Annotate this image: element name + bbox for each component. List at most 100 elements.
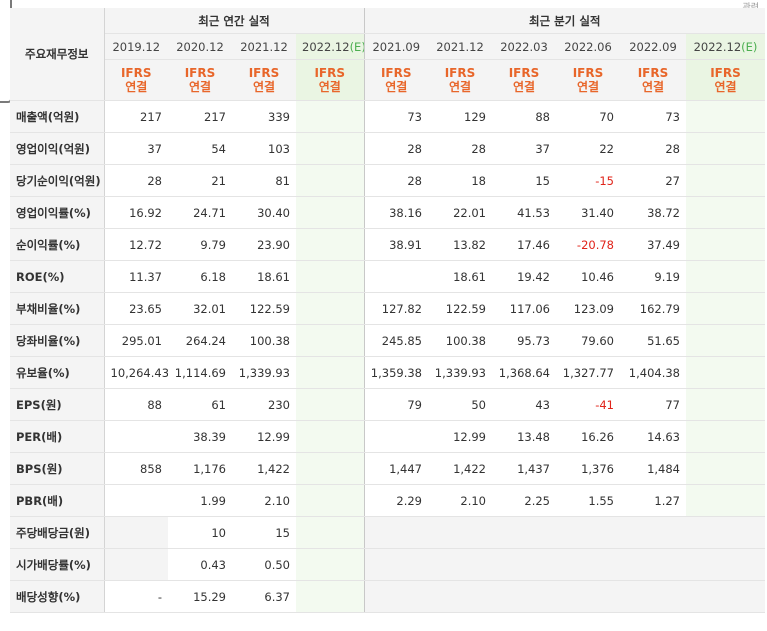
value-cell: -: [104, 580, 168, 613]
value-cell: 19.42: [492, 260, 556, 293]
consolidated-label: 연결: [252, 80, 276, 94]
value-cell: 54: [168, 132, 232, 165]
value-cell: [363, 516, 428, 549]
ifrs-header: IFRS 연결: [492, 59, 556, 101]
value-cell: 12.72: [104, 228, 168, 261]
value-cell: 264.24: [168, 324, 232, 357]
value-cell: 9.19: [620, 260, 686, 293]
value-cell: 1,422: [428, 452, 492, 485]
value-cell: 100.38: [232, 324, 296, 357]
value-cell: 23.90: [232, 228, 296, 261]
row-label: 주당배당금(원): [10, 516, 105, 549]
estimate-tag: (E): [741, 39, 758, 54]
table-row: 유보율(%) 10,264.43 1,114.69 1,339.93 1,359.38 1…: [10, 356, 765, 389]
value-cell: 217: [104, 100, 168, 133]
row-label: ROE(%): [10, 260, 105, 293]
table-row: 배당성향(%) -15.29 6.37: [10, 580, 765, 613]
value-cell: [428, 516, 492, 549]
value-cell: 0.43: [168, 548, 232, 581]
period-header: 2022.03: [492, 33, 556, 60]
value-cell: [686, 548, 765, 581]
value-cell: [686, 388, 765, 421]
value-cell: [296, 548, 364, 581]
value-cell: 9.79: [168, 228, 232, 261]
value-cell: 16.26: [556, 420, 620, 453]
value-cell: 37.49: [620, 228, 686, 261]
value-cell: 245.85: [363, 324, 428, 357]
period-header: 2022.12(E): [296, 33, 364, 60]
value-cell: 6.18: [168, 260, 232, 293]
ifrs-label: IFRS: [380, 66, 412, 80]
period-label: 2022.03: [500, 39, 548, 54]
financial-summary-table: 주요재무정보 최근 연간 실적 최근 분기 실적 2019.12 2020.12 2…: [10, 8, 765, 613]
value-cell: 117.06: [492, 292, 556, 325]
annual-group-header: 최근 연간 실적: [104, 8, 364, 34]
ifrs-label: IFRS: [248, 66, 280, 80]
period-label: 2021.12: [240, 39, 288, 54]
value-cell: 339: [232, 100, 296, 133]
period-label: 2022.12: [693, 39, 742, 54]
ifrs-label: IFRS: [184, 66, 216, 80]
value-cell: [428, 548, 492, 581]
value-cell: [104, 548, 168, 581]
ifrs-header: IFRS 연결: [104, 59, 168, 101]
value-cell: 79: [363, 388, 428, 421]
value-cell: [686, 580, 765, 613]
value-cell: 95.73: [492, 324, 556, 357]
value-cell: 79.60: [556, 324, 620, 357]
value-cell: 230: [232, 388, 296, 421]
consolidated-label: 연결: [125, 80, 148, 94]
value-cell: 51.65: [620, 324, 686, 357]
value-cell: 24.71: [168, 196, 232, 229]
value-cell: 1,114.69: [168, 356, 232, 389]
value-cell: [296, 164, 364, 197]
table-row: 매출액(억원) 217 217 339 73 129 88 70 73: [10, 100, 765, 133]
table-row: PER(배) 38.39 12.99 12.99 13.48 16.26 14.63: [10, 420, 765, 453]
consolidated-label: 연결: [318, 80, 341, 94]
value-cell: 1,359.38: [363, 356, 428, 389]
period-label: 2020.12: [176, 39, 224, 54]
value-cell: 10.46: [556, 260, 620, 293]
value-cell: -20.78: [556, 228, 620, 261]
value-cell: 123.09: [556, 292, 620, 325]
value-cell: 18.61: [232, 260, 296, 293]
value-cell: 17.46: [492, 228, 556, 261]
row-label: 매출액(억원): [10, 100, 105, 133]
ifrs-header: IFRS 연결: [556, 59, 620, 101]
ifrs-header: IFRS 연결: [428, 59, 492, 101]
period-header: 2022.12(E): [686, 33, 765, 60]
value-cell: 81: [232, 164, 296, 197]
value-cell: [620, 548, 686, 581]
value-cell: 15.29: [168, 580, 232, 613]
row-label: 당좌비율(%): [10, 324, 105, 357]
value-cell: [556, 580, 620, 613]
value-cell: 22.01: [428, 196, 492, 229]
value-cell: 15: [232, 516, 296, 549]
value-cell: 129: [428, 100, 492, 133]
ifrs-label: IFRS: [637, 66, 669, 80]
value-cell: 1,422: [232, 452, 296, 485]
value-cell: 2.25: [492, 484, 556, 517]
table-row: PBR(배) 1.99 2.10 2.29 2.10 2.25 1.55 1.27: [10, 484, 765, 517]
value-cell: 2.29: [363, 484, 428, 517]
value-cell: 122.59: [232, 292, 296, 325]
value-cell: [296, 324, 364, 357]
value-cell: 22: [556, 132, 620, 165]
consolidated-label: 연결: [448, 80, 472, 94]
value-cell: 217: [168, 100, 232, 133]
value-cell: 15: [492, 164, 556, 197]
table-row: 당좌비율(%) 295.01 264.24 100.38 245.85 100.38 95.…: [10, 324, 765, 357]
value-cell: 12.99: [232, 420, 296, 453]
value-cell: -15: [556, 164, 620, 197]
ifrs-header: IFRS 연결: [168, 59, 232, 101]
table-row: 당기순이익(억원) 28 21 81 28 18 15 -15 27: [10, 164, 765, 197]
value-cell: 32.01: [168, 292, 232, 325]
value-cell: [556, 516, 620, 549]
value-cell: 127.82: [363, 292, 428, 325]
consolidated-label: 연결: [512, 80, 536, 94]
value-cell: [686, 516, 765, 549]
value-cell: 1,327.77: [556, 356, 620, 389]
value-cell: 100.38: [428, 324, 492, 357]
ifrs-label: IFRS: [444, 66, 476, 80]
value-cell: 10: [168, 516, 232, 549]
